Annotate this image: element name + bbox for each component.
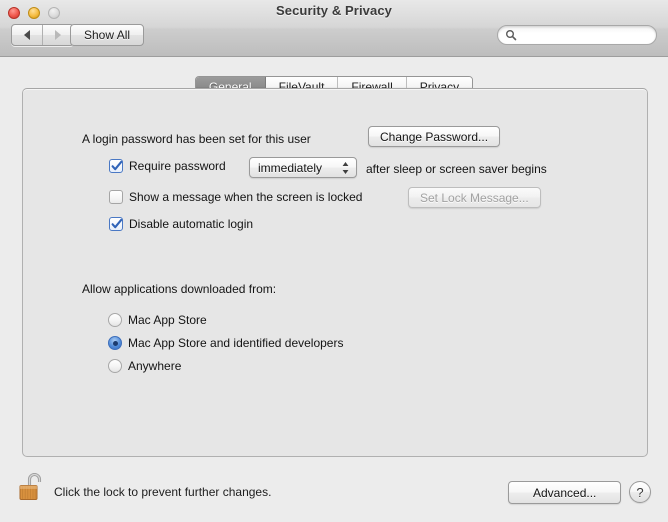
require-password-label: Require password <box>129 159 226 173</box>
radio-row-identified-developers[interactable]: Mac App Store and identified developers <box>108 336 343 350</box>
show-lock-message-label: Show a message when the screen is locked <box>129 190 363 204</box>
forward-button <box>43 25 73 45</box>
require-password-delay-popup[interactable]: immediately <box>249 157 357 178</box>
checkmark-icon <box>111 218 123 229</box>
radio-label-identified-developers: Mac App Store and identified developers <box>128 336 344 350</box>
navigation-segmented-control <box>11 24 74 46</box>
stepper-arrows-icon <box>342 162 349 174</box>
checkmark-icon <box>111 160 123 171</box>
radio-label-mac-app-store: Mac App Store <box>128 313 207 327</box>
advanced-button[interactable]: Advanced... <box>508 481 622 504</box>
require-password-row[interactable]: Require password <box>109 159 226 173</box>
radio-row-mac-app-store[interactable]: Mac App Store <box>108 313 207 327</box>
back-arrow-icon <box>24 30 30 40</box>
show-lock-message-row[interactable]: Show a message when the screen is locked <box>109 190 362 204</box>
radio-row-anywhere[interactable]: Anywhere <box>108 359 181 373</box>
allow-applications-heading: Allow applications downloaded from: <box>82 282 277 296</box>
radio-label-anywhere: Anywhere <box>128 359 182 373</box>
general-tab-panel: A login password has been set for this u… <box>22 88 648 457</box>
window-title: Security & Privacy <box>276 3 392 18</box>
minimize-button[interactable] <box>28 7 40 19</box>
unlocked-padlock-icon[interactable] <box>17 470 47 504</box>
back-button[interactable] <box>12 25 43 45</box>
window-titlebar: Security & Privacy Show All <box>0 0 668 57</box>
disable-auto-login-row[interactable]: Disable automatic login <box>109 217 253 231</box>
disable-auto-login-label: Disable automatic login <box>129 217 254 231</box>
lock-instruction-text: Click the lock to prevent further change… <box>54 485 272 499</box>
require-password-checkbox[interactable] <box>109 159 123 173</box>
show-all-button[interactable]: Show All <box>70 24 145 46</box>
set-lock-message-button[interactable]: Set Lock Message... <box>408 187 541 208</box>
require-password-delay-value: immediately <box>258 160 323 175</box>
close-button[interactable] <box>8 7 20 19</box>
radio-anywhere[interactable] <box>108 359 122 373</box>
radio-identified-developers[interactable] <box>108 336 122 350</box>
zoom-button[interactable] <box>48 7 60 19</box>
help-button[interactable]: ? <box>629 481 651 503</box>
forward-arrow-icon <box>55 30 61 40</box>
search-field[interactable] <box>497 25 657 45</box>
disable-auto-login-checkbox[interactable] <box>109 217 123 231</box>
change-password-button[interactable]: Change Password... <box>368 126 501 147</box>
search-input[interactable] <box>520 29 648 41</box>
radio-mac-app-store[interactable] <box>108 313 122 327</box>
security-privacy-window: Security & Privacy Show All General File… <box>0 0 668 522</box>
login-password-status-label: A login password has been set for this u… <box>82 132 311 146</box>
require-password-suffix-label: after sleep or screen saver begins <box>366 162 547 176</box>
show-lock-message-checkbox[interactable] <box>109 190 123 204</box>
search-icon <box>506 30 517 41</box>
